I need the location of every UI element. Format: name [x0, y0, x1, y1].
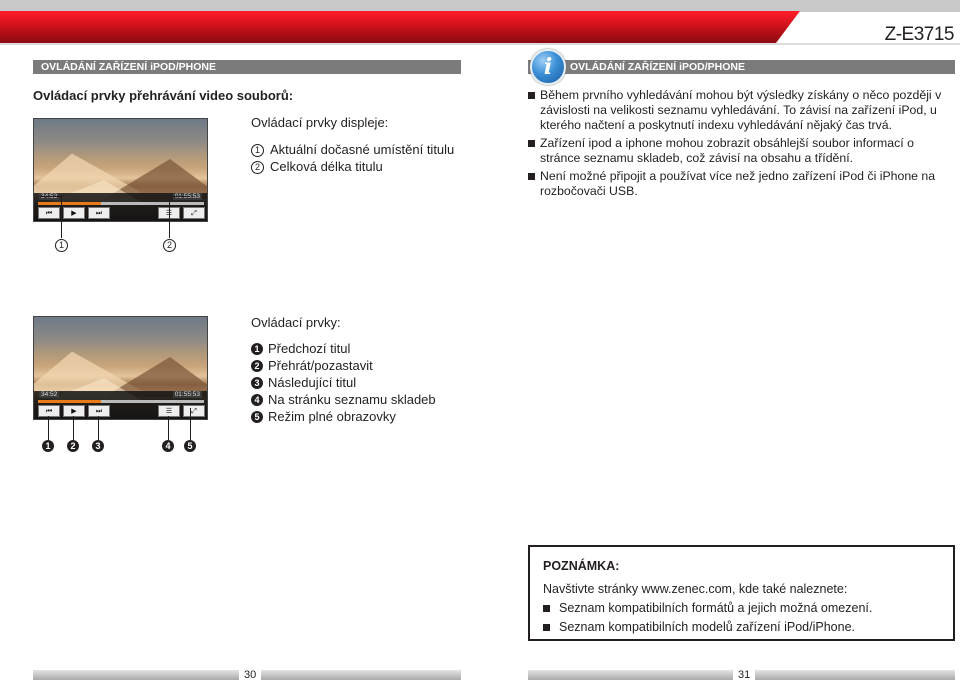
control-item-text: Následující titul — [268, 375, 357, 390]
play-pause-button[interactable]: ▶ — [63, 405, 85, 417]
square-bullet-icon — [528, 140, 535, 147]
square-bullet-icon — [528, 92, 535, 99]
callout-number: 1 — [251, 343, 263, 355]
display-item-1: 1 Aktuální dočasné umístění titulu — [251, 142, 454, 157]
control-item-3: 3 Následující titul — [251, 375, 356, 390]
callout-number: 2 — [251, 360, 263, 372]
control-item-2: 2 Přehrát/pozastavit — [251, 358, 373, 373]
control-item-text: Na stránku seznamu skladeb — [268, 392, 436, 407]
display-item-2: 2 Celková délka titulu — [251, 159, 383, 174]
callout-number: 1 — [251, 144, 264, 157]
info-bullet-list: Během prvního vyhledávání mohou být výsl… — [528, 88, 953, 202]
callout-leader — [168, 196, 190, 197]
note-item: Seznam kompatibilních formátů a jejich m… — [543, 601, 940, 615]
top-divider — [0, 43, 960, 45]
note-item: Seznam kompatibilních modelů zařízení iP… — [543, 620, 940, 634]
control-item-text: Předchozí titul — [268, 341, 351, 356]
square-bullet-icon — [543, 605, 550, 612]
callout-number: 5 — [251, 411, 263, 423]
square-bullet-icon — [528, 173, 535, 180]
note-item-text: Seznam kompatibilních modelů zařízení iP… — [559, 620, 855, 634]
video-screenshot-display: 34:52 01:55:53 ⏮ ▶ ⏭ ☰ ⤢ — [33, 118, 208, 222]
callout-1: 1 — [42, 440, 54, 452]
top-banner-grey — [0, 0, 960, 12]
callout-leader — [73, 416, 74, 440]
control-item-5: 5 Režim plné obrazovky — [251, 409, 396, 424]
callout-5: 5 — [184, 440, 196, 452]
video-controls-heading: Ovládací prvky přehrávání video souborů: — [33, 88, 294, 103]
model-name: Z-E3715 — [884, 24, 955, 45]
total-time: 01:55:53 — [172, 391, 202, 398]
control-item-text: Režim plné obrazovky — [268, 409, 396, 424]
callout-number: 3 — [251, 377, 263, 389]
callout-3: 3 — [92, 440, 104, 452]
right-section-bar: OVLÁDÁNÍ ZAŘÍZENÍ iPOD/PHONE — [528, 60, 955, 74]
playlist-button[interactable]: ☰ — [158, 405, 180, 417]
next-button[interactable]: ⏭ — [88, 405, 110, 417]
info-bullet: Během prvního vyhledávání mohou být výsl… — [528, 88, 953, 133]
callout-1: 1 — [55, 239, 68, 252]
info-icon: i — [530, 49, 566, 85]
progress-fill — [38, 202, 102, 205]
progress-bar[interactable] — [38, 400, 204, 403]
info-bullet: Zařízení ipod a iphone mohou zobrazit ob… — [528, 136, 953, 166]
display-controls-label: Ovládací prvky displeje: — [251, 115, 389, 130]
next-button[interactable]: ⏭ — [88, 207, 110, 219]
info-bullet-text: Během prvního vyhledávání mohou být výsl… — [540, 88, 942, 132]
callout-leader — [40, 196, 62, 197]
info-bullet: Není možné připojit a používat více než … — [528, 169, 953, 199]
display-item-text: Aktuální dočasné umístění titulu — [270, 142, 455, 157]
note-box: POZNÁMKA: Navštivte stránky www.zenec.co… — [528, 545, 955, 641]
elapsed-time: 34:52 — [39, 391, 60, 398]
display-item-text: Celková délka titulu — [270, 159, 383, 174]
callout-leader — [61, 196, 62, 238]
page-number-right: 31 — [733, 669, 756, 681]
info-bullet-text: Není možné připojit a používat více než … — [540, 169, 936, 198]
progress-bar[interactable] — [38, 202, 204, 205]
info-bullet-text: Zařízení ipod a iphone mohou zobrazit ob… — [540, 136, 914, 165]
callout-2: 2 — [67, 440, 79, 452]
note-item-text: Seznam kompatibilních formátů a jejich m… — [559, 601, 873, 615]
callout-leader — [190, 408, 191, 440]
progress-fill — [38, 400, 102, 403]
callout-leader — [168, 416, 169, 440]
play-pause-button[interactable]: ▶ — [63, 207, 85, 219]
prev-button[interactable]: ⏮ — [38, 207, 60, 219]
control-item-text: Přehrát/pozastavit — [268, 358, 373, 373]
left-section-bar: OVLÁDÁNÍ ZAŘÍZENÍ iPOD/PHONE — [33, 60, 461, 74]
fullscreen-button[interactable]: ⤢ — [183, 207, 205, 219]
note-intro: Navštivte stránky www.zenec.com, kde tak… — [543, 582, 848, 596]
callout-leader — [48, 416, 49, 440]
callout-leader — [169, 196, 170, 238]
prev-button[interactable]: ⏮ — [38, 405, 60, 417]
control-item-1: 1 Předchozí titul — [251, 341, 350, 356]
video-screenshot-controls: 34:52 01:55:53 ⏮ ▶ ⏭ ☰ ⤢ — [33, 316, 208, 420]
page-number-left: 30 — [239, 669, 262, 681]
controls-label: Ovládací prvky: — [251, 315, 341, 330]
fullscreen-button[interactable]: ⤢ — [183, 405, 205, 417]
control-item-4: 4 Na stránku seznamu skladeb — [251, 392, 436, 407]
top-banner-red — [0, 11, 800, 43]
callout-leader — [98, 416, 99, 440]
callout-number: 2 — [251, 161, 264, 174]
square-bullet-icon — [543, 624, 550, 631]
note-title: POZNÁMKA: — [543, 559, 620, 573]
callout-2: 2 — [163, 239, 176, 252]
callout-number: 4 — [251, 394, 263, 406]
callout-4: 4 — [162, 440, 174, 452]
